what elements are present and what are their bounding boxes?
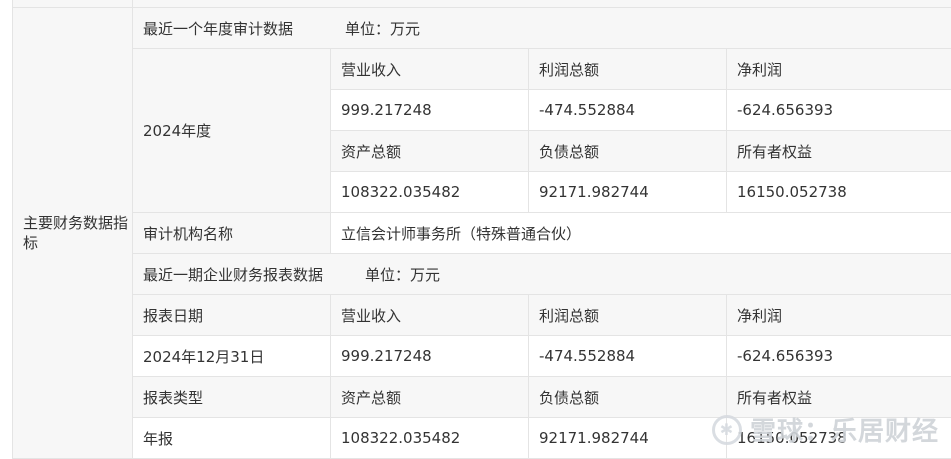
audit-value-owner-equity: 16150.052738 (727, 172, 951, 213)
audit-header-total-liabilities: 负债总额 (529, 131, 727, 172)
recent-date-value: 2024年12月31日 (133, 336, 331, 377)
recent-header-revenue: 营业收入 (331, 295, 529, 336)
audit-org-label: 审计机构名称 (133, 213, 331, 254)
audit-header-total-profit: 利润总额 (529, 49, 727, 90)
table-row: 主要财务数据指标 最近一个年度审计数据单位：万元 (13, 8, 951, 49)
audit-value-net-profit: -624.656393 (727, 90, 951, 131)
recent-header-total-assets: 资产总额 (331, 377, 529, 418)
recent-value-revenue: 999.217248 (331, 336, 529, 377)
recent-header-total-profit: 利润总额 (529, 295, 727, 336)
top-strip-row (13, 0, 951, 8)
recent-unit: 单位：万元 (365, 266, 440, 284)
financial-data-table: 主要财务数据指标 最近一个年度审计数据单位：万元 2024年度 营业收入 利润总… (12, 0, 951, 459)
financial-data-page: 主要财务数据指标 最近一个年度审计数据单位：万元 2024年度 营业收入 利润总… (0, 0, 951, 458)
watermark: ✱ 雪球：乐居财经 (712, 411, 939, 448)
recent-value-net-profit: -624.656393 (727, 336, 951, 377)
audit-header-net-profit: 净利润 (727, 49, 951, 90)
audit-value-total-liabilities: 92171.982744 (529, 172, 727, 213)
recent-header-total-liabilities: 负债总额 (529, 377, 727, 418)
audit-header-owner-equity: 所有者权益 (727, 131, 951, 172)
audit-value-total-assets: 108322.035482 (331, 172, 529, 213)
recent-title-cell: 最近一期企业财务报表数据 单位：万元 (133, 254, 951, 295)
audit-header-total-assets: 资产总额 (331, 131, 529, 172)
table-row: 报表日期 营业收入 利润总额 净利润 (13, 295, 951, 336)
recent-value-total-assets: 108322.035482 (331, 418, 529, 459)
snowball-logo-icon: ✱ (712, 415, 742, 445)
recent-date-label: 报表日期 (133, 295, 331, 336)
top-strip-cell (133, 0, 951, 8)
table-row: 2024年度 营业收入 利润总额 净利润 (13, 49, 951, 90)
recent-value-total-profit: -474.552884 (529, 336, 727, 377)
recent-header-net-profit: 净利润 (727, 295, 951, 336)
audit-title: 最近一个年度审计数据 (143, 20, 293, 38)
top-strip-cell (13, 0, 133, 8)
recent-value-total-liabilities: 92171.982744 (529, 418, 727, 459)
audit-title-cell: 最近一个年度审计数据 单位：万元 (133, 8, 951, 49)
watermark-text: 雪球：乐居财经 (750, 411, 939, 448)
audit-value-revenue: 999.217248 (331, 90, 529, 131)
audit-year: 2024年度 (133, 49, 331, 213)
recent-type-label: 报表类型 (133, 377, 331, 418)
table-row: 最近一期企业财务报表数据 单位：万元 (13, 254, 951, 295)
audit-org-value: 立信会计师事务所（特殊普通合伙） (331, 213, 951, 254)
section-label: 主要财务数据指标 (13, 8, 133, 459)
audit-value-total-profit: -474.552884 (529, 90, 727, 131)
audit-unit: 单位：万元 (345, 20, 420, 38)
table-row: 审计机构名称 立信会计师事务所（特殊普通合伙） (13, 213, 951, 254)
audit-header-revenue: 营业收入 (331, 49, 529, 90)
recent-title: 最近一期企业财务报表数据 (143, 266, 323, 284)
recent-type-value: 年报 (133, 418, 331, 459)
table-row: 2024年12月31日 999.217248 -474.552884 -624.… (13, 336, 951, 377)
